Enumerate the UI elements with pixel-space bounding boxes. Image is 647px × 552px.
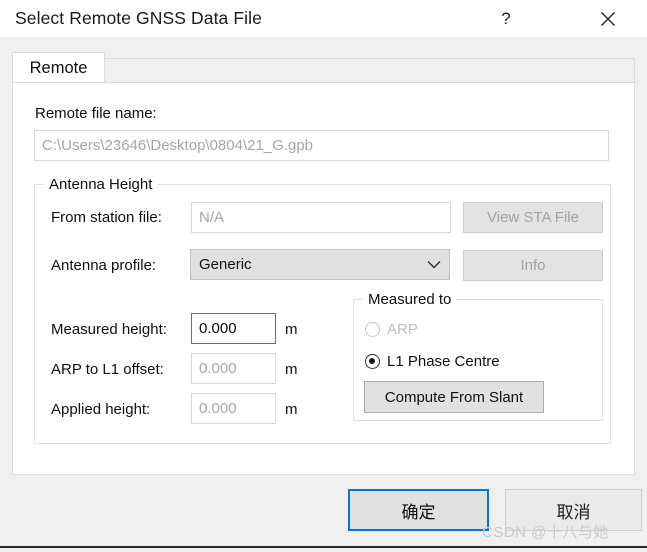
- applied-height-label: Applied height:: [51, 401, 151, 418]
- radio-button-icon-arp: [365, 322, 380, 337]
- measured-height-input[interactable]: 0.000: [191, 313, 276, 344]
- window-title: Select Remote GNSS Data File: [15, 8, 262, 28]
- close-icon: [601, 11, 615, 26]
- antenna-profile-value: Generic: [199, 256, 252, 273]
- ok-button-label: 确定: [401, 502, 436, 522]
- from-station-file-label: From station file:: [51, 209, 162, 226]
- measured-to-group-caption: Measured to: [363, 291, 457, 308]
- taskbar-divider: [400, 548, 403, 550]
- radio-l1-phase-centre[interactable]: L1 Phase Centre: [365, 353, 500, 370]
- radio-l1-phase-centre-label: L1 Phase Centre: [387, 353, 500, 370]
- question-mark-icon: ?: [501, 8, 511, 28]
- radio-arp[interactable]: ARP: [365, 321, 418, 338]
- ok-button[interactable]: 确定: [348, 489, 489, 531]
- tab-strip: Remote: [12, 52, 635, 83]
- remote-file-name-label: Remote file name:: [35, 105, 157, 122]
- info-button[interactable]: Info: [463, 250, 603, 281]
- arp-to-l1-offset-label: ARP to L1 offset:: [51, 361, 164, 378]
- applied-height-unit: m: [285, 401, 298, 418]
- remote-file-name-input[interactable]: C:\Users\23646\Desktop\0804\21_G.gpb: [34, 130, 609, 161]
- select-remote-gnss-data-file-dialog: Select Remote GNSS Data File ? Remote Re…: [0, 0, 647, 552]
- radio-arp-label: ARP: [387, 321, 418, 338]
- tab-remote[interactable]: Remote: [12, 52, 105, 83]
- antenna-profile-combo[interactable]: Generic: [190, 249, 450, 280]
- antenna-profile-label: Antenna profile:: [51, 257, 157, 274]
- arp-to-l1-offset-unit: m: [285, 361, 298, 378]
- from-station-file-input[interactable]: N/A: [191, 202, 451, 233]
- taskbar-divider: [590, 548, 593, 550]
- measured-height-unit: m: [285, 321, 298, 338]
- help-button[interactable]: ?: [483, 0, 529, 37]
- taskbar-divider: [70, 548, 73, 550]
- taskbar-divider: [212, 548, 215, 550]
- applied-height-input[interactable]: 0.000: [191, 393, 276, 424]
- view-sta-file-button[interactable]: View STA File: [463, 202, 603, 233]
- chevron-down-icon: [419, 260, 449, 269]
- taskbar-divider: [495, 548, 498, 550]
- antenna-height-group-caption: Antenna Height: [44, 176, 158, 193]
- cancel-button-label: 取消: [556, 502, 591, 522]
- taskbar-strip: [0, 546, 647, 552]
- arp-to-l1-offset-input[interactable]: 0.000: [191, 353, 276, 384]
- title-bar: Select Remote GNSS Data File ?: [0, 0, 647, 37]
- watermark: CSDN @十八与她: [482, 524, 609, 541]
- radio-button-icon-l1-phase-centre: [365, 354, 380, 369]
- compute-from-slant-button[interactable]: Compute From Slant: [364, 381, 544, 413]
- measured-height-label: Measured height:: [51, 321, 167, 338]
- tab-remote-label: Remote: [29, 58, 88, 77]
- tab-strip-filler: [105, 58, 635, 83]
- close-button[interactable]: [585, 0, 631, 37]
